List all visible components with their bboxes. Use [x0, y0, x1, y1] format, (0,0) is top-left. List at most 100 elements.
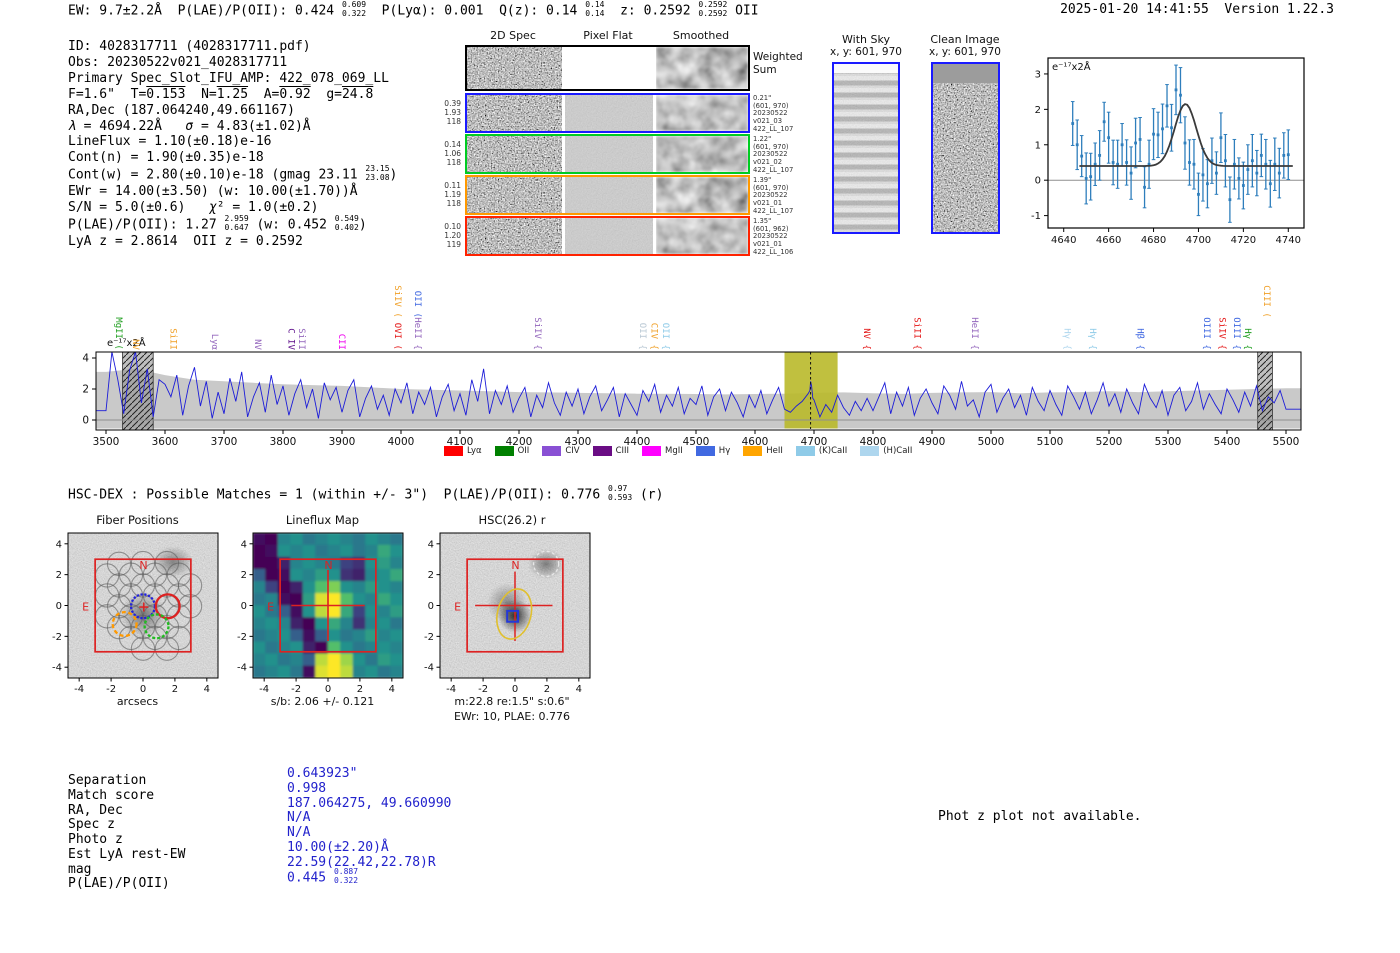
clean-noise-texture	[933, 64, 998, 232]
legend-swatch	[494, 446, 514, 456]
svg-text:-2: -2	[237, 632, 247, 643]
legend-label: HeII	[766, 446, 783, 456]
fiber-positions-chart: N E -4 -2 0 2 4 -4 -2 0 2 4	[52, 532, 219, 695]
info-line: ID: 4028317711 (4028317711.pdf)	[68, 39, 311, 54]
cutout-2dspec-panel	[467, 136, 562, 172]
photz-note: Phot z plot not available.	[938, 809, 1142, 824]
match-row-label: Spec z	[68, 817, 115, 833]
info-line: Obs: 20230522v021_4028317711	[68, 54, 288, 70]
fit-data-point	[1215, 171, 1218, 175]
svg-text:5500: 5500	[1273, 436, 1300, 448]
legend-swatch	[592, 446, 612, 456]
svg-text:5400: 5400	[1214, 436, 1241, 448]
withsky-image	[832, 62, 900, 234]
compass-east: E	[82, 600, 89, 613]
svg-text:1: 1	[1035, 140, 1041, 151]
clean-image	[931, 62, 1000, 234]
cutout-smoothed-panel	[656, 177, 748, 213]
cutout-left-labels: 0.39 1.93 118	[434, 99, 461, 126]
cutout-right-labels: 0.21" (601, 970) 20230522 v021_03 422_LL_107	[753, 94, 793, 134]
fit-data-point	[1120, 143, 1124, 147]
legend-item: OII	[494, 446, 529, 456]
cutout-2dspec-panel	[467, 177, 562, 213]
svg-text:3700: 3700	[211, 436, 238, 448]
svg-text:0: 0	[325, 684, 331, 695]
catalog-aperture-ellipse	[496, 588, 533, 640]
svg-text:4000: 4000	[388, 436, 415, 448]
clean-coords: x, y: 601, 970	[929, 46, 1001, 58]
cutout-right-label-line: 422_LL_107	[753, 165, 794, 174]
emission-line-label: Hγ {	[1087, 328, 1097, 350]
svg-text:3600: 3600	[152, 436, 179, 448]
emission-line-label: OII {	[660, 323, 670, 350]
svg-text:e⁻¹⁷x2Å: e⁻¹⁷x2Å	[1052, 60, 1091, 73]
fit-data-point	[1183, 141, 1187, 145]
cutout-left-labels: 0.10 1.20 119	[434, 222, 461, 249]
fit-data-point	[1125, 161, 1128, 164]
cutout-2dspec-panel	[467, 218, 562, 254]
hscdex-match-header: HSC-DEX : Possible Matches = 1 (within +…	[68, 484, 664, 503]
fit-data-point	[1206, 182, 1209, 186]
fit-data-point	[1156, 133, 1160, 137]
svg-text:-4: -4	[237, 663, 247, 674]
fit-data-point	[1237, 177, 1241, 180]
cutout-left-label-line: 118	[446, 157, 461, 167]
fit-data-point	[1134, 141, 1137, 145]
clean-top-band	[933, 64, 998, 83]
fit-data-point	[1102, 120, 1106, 124]
fit-data-point	[1282, 153, 1286, 157]
neighbor-dashed-circle	[532, 550, 560, 578]
fiber-xlabel: arcsecs	[116, 695, 159, 708]
svg-text:2: 2	[82, 384, 89, 396]
svg-text:0: 0	[140, 684, 146, 695]
fit-data-point	[1143, 185, 1146, 189]
svg-text:3900: 3900	[329, 436, 356, 448]
match-row-value: N/A	[287, 825, 311, 840]
svg-text:-4: -4	[446, 684, 456, 695]
cutout-left-label-line: 118	[446, 116, 461, 126]
svg-text:0: 0	[1035, 176, 1041, 187]
svg-text:3800: 3800	[270, 436, 297, 448]
fit-data-point	[1138, 138, 1142, 141]
svg-text:-2: -2	[291, 684, 301, 695]
withsky-coords: x, y: 601, 970	[830, 46, 902, 58]
svg-text:-2: -2	[106, 684, 116, 695]
compass-north: N	[511, 559, 519, 572]
cutout-right-labels: 1.22" (601, 970) 20230522 v021_02 422_LL_107	[753, 135, 794, 175]
match-row-label: Separation	[68, 773, 147, 788]
fit-data-point	[1174, 88, 1178, 92]
svg-text:4: 4	[56, 539, 62, 550]
hsc-thumbnail-chart: N E -4 -2 0 2 4 -4 -2 0 2 4	[424, 532, 591, 695]
cutout-smoothed-panel	[656, 136, 748, 172]
emission-line-label: OVI (	[392, 323, 402, 350]
legend-item: HeII	[743, 446, 783, 456]
cutout-right-labels: 1.39" (601, 970) 20230522 v021_01 422_LL_107	[753, 176, 793, 216]
svg-text:4700: 4700	[1186, 235, 1211, 246]
cutout-pixelflat-panel	[565, 95, 653, 131]
timestamp-version: 2025-01-20 14:41:55 Version 1.22.3	[1060, 2, 1334, 17]
emission-line-label: NV {	[861, 328, 871, 350]
svg-text:4: 4	[241, 539, 247, 550]
match-row-label: Match score	[68, 787, 155, 803]
compass-north: N	[139, 559, 147, 572]
svg-text:4: 4	[428, 539, 434, 550]
fit-data-point	[1255, 171, 1259, 175]
legend-swatch	[444, 446, 463, 456]
fit-data-point	[1080, 154, 1084, 158]
match-row-label: mag	[68, 861, 92, 877]
lineflux-map-title: Lineflux Map	[285, 513, 360, 527]
fit-data-point	[1152, 132, 1155, 136]
info-line: RA,Dec (187.064240,49.661167)	[68, 102, 295, 118]
svg-text:-2: -2	[52, 632, 62, 643]
fit-data-point	[1228, 198, 1232, 202]
fit-data-point	[1179, 93, 1182, 97]
fit-data-point	[1129, 171, 1133, 175]
fit-data-point	[1111, 161, 1115, 164]
detection-info-block: ID: 4028317711 (4028317711.pdf) Obs: 2023…	[68, 39, 397, 250]
clean-title: Clean Image	[930, 33, 1000, 46]
svg-text:4: 4	[82, 353, 89, 365]
fit-data-point	[1246, 168, 1250, 171]
hsc-thumbnail-title: HSC(26.2) r	[478, 513, 546, 527]
summary-header: EW: 9.7±2.2Å P(LAE)/P(OII): 0.424 0.609 0…	[68, 0, 759, 19]
fit-data-point	[1188, 161, 1191, 164]
